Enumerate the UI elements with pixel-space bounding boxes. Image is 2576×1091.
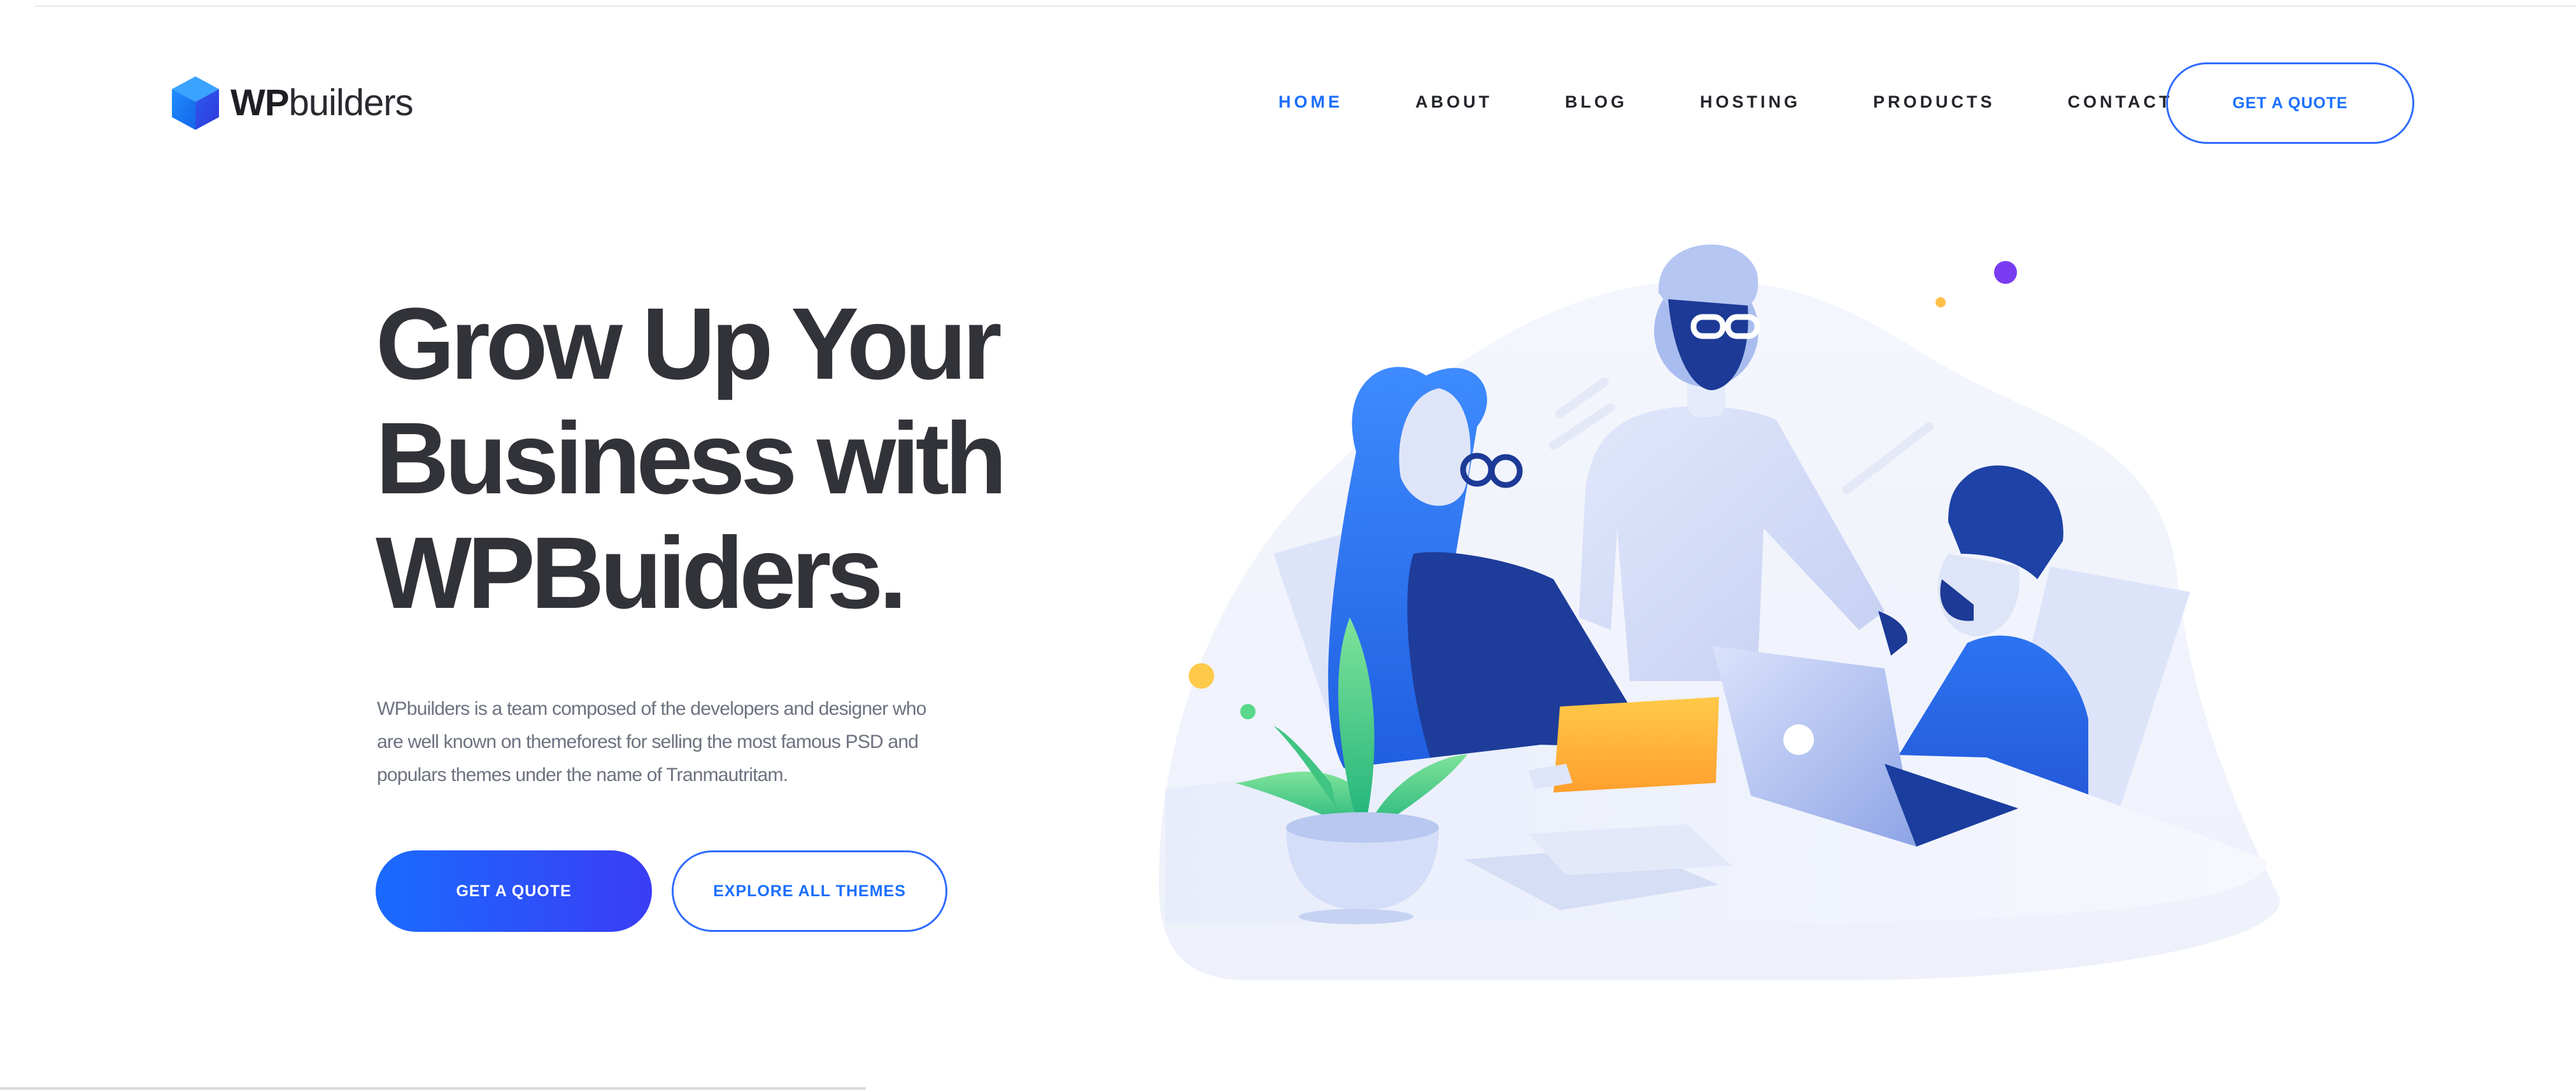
nav-item-home[interactable]: HOME: [1278, 89, 1343, 115]
hero-headline-line: Business with: [376, 401, 1007, 515]
intro-line: are well known on themeforest for sellin…: [377, 731, 919, 752]
nav-item-products[interactable]: PRODUCTS: [1873, 89, 1995, 115]
cube-icon: [172, 76, 219, 130]
team-meeting-illustration: [1159, 244, 2280, 980]
top-divider: [35, 5, 2576, 7]
main-nav: HOME ABOUT BLOG HOSTING PRODUCTS CONTACT: [1278, 89, 2173, 115]
bottom-divider: [0, 1087, 866, 1090]
brand-logo[interactable]: WPbuilders: [171, 75, 414, 131]
intro-line: WPbuilders is a team composed of the dev…: [377, 698, 926, 719]
intro-line: populars themes under the name of Tranma…: [377, 764, 788, 785]
nav-item-about[interactable]: ABOUT: [1415, 89, 1492, 115]
nav-item-contact[interactable]: CONTACT: [2068, 89, 2173, 115]
brand-wordmark: WPbuilders: [230, 82, 414, 123]
hero-headline-line: WPBuiders.: [376, 516, 907, 630]
explore-themes-button[interactable]: EXPLORE ALL THEMES: [672, 850, 947, 932]
hero-intro-text: WPbuilders is a team composed of the dev…: [377, 693, 950, 792]
nav-item-blog[interactable]: BLOG: [1565, 89, 1627, 115]
hero-headline-line: Grow Up Your: [376, 286, 1002, 400]
hero-headline: Grow Up Your Business with WPBuiders.: [376, 286, 1076, 630]
header-get-quote-button[interactable]: GET A QUOTE: [2166, 62, 2414, 144]
nav-item-hosting[interactable]: HOSTING: [1700, 89, 1801, 115]
get-quote-button[interactable]: GET A QUOTE: [376, 850, 652, 932]
